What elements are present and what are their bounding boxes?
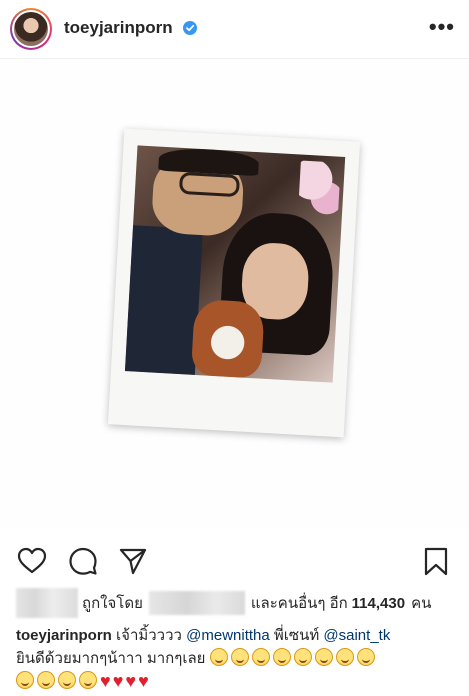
smile-emoji-icon	[251, 648, 270, 666]
smile-emoji-icon	[293, 648, 312, 666]
glasses	[178, 171, 241, 198]
post-header: toeyjarinporn •••	[0, 0, 469, 59]
heart-emoji-icon: ♥	[125, 671, 137, 691]
heart-icon[interactable]	[17, 546, 47, 576]
smile-emoji-icon	[209, 648, 228, 666]
liked-by-label: ถูกใจโดย	[82, 595, 143, 612]
avatar-image	[14, 12, 48, 46]
caption: toeyjarinporn เจ้ามิ้วววว @mewnittha พี่…	[16, 624, 456, 693]
smile-emoji-icon	[230, 648, 249, 666]
action-bar	[0, 540, 469, 584]
polaroid-photo	[124, 145, 346, 383]
likes-unit: คน	[411, 595, 432, 612]
heart-emoji-icon: ♥	[138, 671, 149, 691]
share-icon[interactable]	[118, 546, 148, 576]
likes-row: ถูกใจโดย และคนอื่นๆ อีก 114,430 คน	[16, 588, 431, 618]
polaroid-frame	[107, 128, 361, 438]
dog	[190, 298, 265, 379]
avatar[interactable]	[10, 8, 52, 50]
heart-emoji-icon: ♥	[100, 671, 111, 691]
username[interactable]: toeyjarinporn	[64, 18, 173, 38]
liker-name-blurred[interactable]	[148, 591, 245, 615]
smile-emoji-icon	[272, 648, 291, 666]
emoji-row	[209, 648, 378, 667]
smile-emoji-icon	[16, 671, 34, 689]
post-image[interactable]	[0, 59, 469, 529]
others-label: และคนอื่นๆ อีก	[250, 595, 348, 612]
emoji-row: ♥ ♥ ♥ ♥	[16, 671, 151, 691]
smile-emoji-icon	[335, 648, 354, 666]
verified-badge-icon	[183, 21, 197, 35]
smile-emoji-icon	[58, 671, 76, 689]
caption-username[interactable]: toeyjarinporn	[16, 627, 112, 644]
bookmark-icon[interactable]	[421, 546, 451, 576]
liker-avatars-blurred[interactable]	[16, 588, 78, 618]
heart-emoji-icon: ♥	[112, 671, 124, 691]
mention-link-1[interactable]: @mewnittha	[186, 627, 270, 644]
likes-count[interactable]: 114,430	[352, 595, 405, 612]
smile-emoji-icon	[79, 671, 97, 689]
comment-icon[interactable]	[68, 546, 98, 576]
smile-emoji-icon	[356, 648, 375, 666]
caption-text-2: พี่เซนท์	[273, 627, 320, 644]
caption-text-1: เจ้ามิ้วววว	[116, 627, 182, 644]
avatar-ring	[12, 10, 50, 48]
smile-emoji-icon	[37, 671, 55, 689]
mention-link-2[interactable]: @saint_tk	[323, 627, 390, 644]
balloons	[297, 160, 341, 223]
caption-text-3: ยินดีด้วยมากๆน้าาา มากๆเลย	[16, 650, 206, 667]
smile-emoji-icon	[314, 648, 333, 666]
more-options-icon[interactable]: •••	[429, 14, 455, 40]
